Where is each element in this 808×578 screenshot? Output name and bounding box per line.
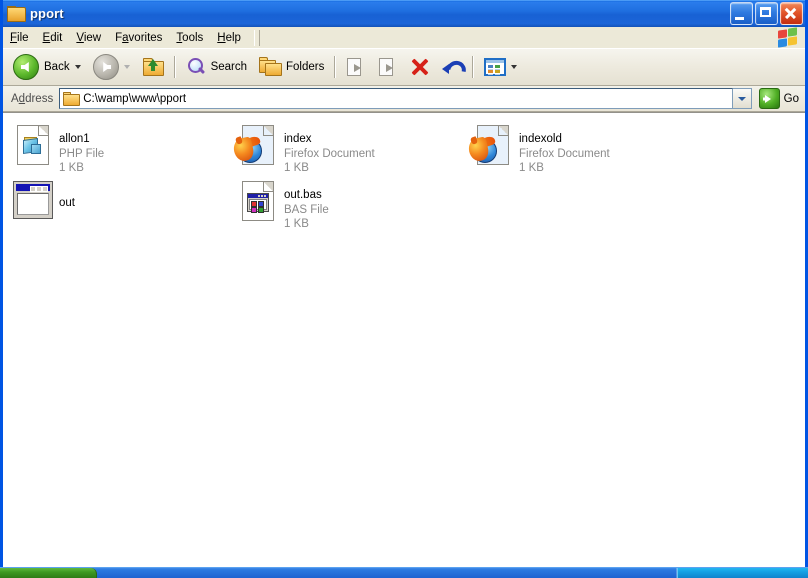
list-item-text: allon1 PHP File 1 KB [59,129,104,175]
menu-item-view[interactable]: View [69,29,108,47]
list-item[interactable]: out.bas BAS File 1 KB [232,177,467,233]
address-dropdown-button[interactable] [732,88,752,109]
delete-button[interactable] [404,51,436,83]
back-history-caret-icon[interactable] [74,65,81,69]
folders-icon [259,57,283,77]
views-icon [484,58,507,76]
back-button-label: Back [44,61,70,73]
file-name: indexold [519,133,562,145]
search-button-label: Search [210,61,248,73]
forward-history-caret-icon[interactable] [123,65,130,69]
forward-arrow-icon [92,54,119,80]
php-file-icon [11,125,55,171]
bas-file-icon [236,181,280,227]
go-button[interactable]: Go [752,86,805,111]
maximize-button[interactable] [755,2,778,25]
undo-button[interactable] [436,51,471,85]
list-item[interactable]: index Firefox Document 1 KB [231,121,467,177]
list-item-text: index Firefox Document 1 KB [284,129,375,175]
folder-icon [7,6,26,22]
undo-icon [442,56,471,85]
forward-button[interactable] [87,51,136,83]
menu-item-favorites[interactable]: Favorites [108,29,169,47]
list-item[interactable]: indexold Firefox Document 1 KB [466,121,702,177]
go-arrow-icon [758,88,780,109]
toolbar-separator [173,56,176,78]
file-grid: allon1 PHP File 1 KB index Firefox Docum… [7,121,805,233]
move-to-icon [346,57,366,77]
menu-bar: File Edit View Favorites Tools Help [3,27,805,49]
back-arrow-icon [13,54,39,80]
caption-button-group [730,2,803,25]
menu-item-edit[interactable]: Edit [36,29,70,47]
toolbar-separator [472,56,475,78]
move-to-button[interactable] [340,51,372,83]
file-size: 1 KB [519,162,544,174]
menu-item-file[interactable]: File [3,29,36,47]
folder-icon [63,92,81,106]
taskbar [0,567,808,578]
toolbar: Back Search Folders [3,49,805,86]
toolbar-separator [334,56,337,78]
file-name: out [59,197,75,209]
file-type: BAS File [284,204,329,216]
file-type: Firefox Document [519,148,610,160]
up-button[interactable] [136,51,170,83]
copy-to-button[interactable] [372,51,404,83]
address-input[interactable]: C:\wamp\www\pport [59,88,733,109]
file-type: PHP File [59,148,105,160]
address-path-text: C:\wamp\www\pport [83,92,187,105]
list-item-text: indexold Firefox Document 1 KB [519,129,610,175]
file-type: Firefox Document [284,148,375,160]
search-icon [186,57,206,77]
delete-icon [410,57,430,77]
taskbar-task-area[interactable] [97,568,676,578]
file-name: index [284,133,312,145]
file-size: 1 KB [284,162,309,174]
views-button[interactable] [478,51,523,83]
file-size: 1 KB [59,162,84,174]
windows-flag-icon [777,27,799,48]
menu-item-tools[interactable]: Tools [169,29,210,47]
file-list-pane[interactable]: allon1 PHP File 1 KB index Firefox Docum… [3,112,805,569]
list-item[interactable]: allon1 PHP File 1 KB [7,121,232,177]
firefox-document-icon [231,125,280,171]
list-item-text: out [59,193,75,211]
search-button[interactable]: Search [180,51,253,83]
menu-item-help[interactable]: Help [210,29,248,47]
file-name: out.bas [284,189,322,201]
menu-drag-grip[interactable] [253,29,260,46]
up-folder-icon [142,57,164,77]
system-tray[interactable] [677,568,808,578]
back-button[interactable]: Back [7,51,87,83]
address-bar: Address C:\wamp\www\pport Go [3,86,805,112]
chevron-down-icon [737,96,746,101]
start-button[interactable] [0,568,97,578]
address-label: Address [11,92,54,105]
copy-to-icon [378,57,398,77]
explorer-window: pport File Edit View Favorites Tools Hel… [0,0,808,572]
file-size: 1 KB [284,218,309,230]
list-item-text: out.bas BAS File 1 KB [284,185,329,231]
window-title: pport [30,6,64,21]
views-caret-icon[interactable] [511,65,518,69]
folders-button[interactable]: Folders [253,51,330,83]
title-bar[interactable]: pport [3,0,805,27]
go-button-label: Go [783,92,799,105]
file-name: allon1 [59,133,90,145]
firefox-document-icon [466,125,515,171]
folders-button-label: Folders [286,61,325,73]
minimize-button[interactable] [730,2,753,25]
list-item[interactable]: out [7,177,232,233]
close-button[interactable] [780,2,803,25]
application-icon [11,181,55,227]
